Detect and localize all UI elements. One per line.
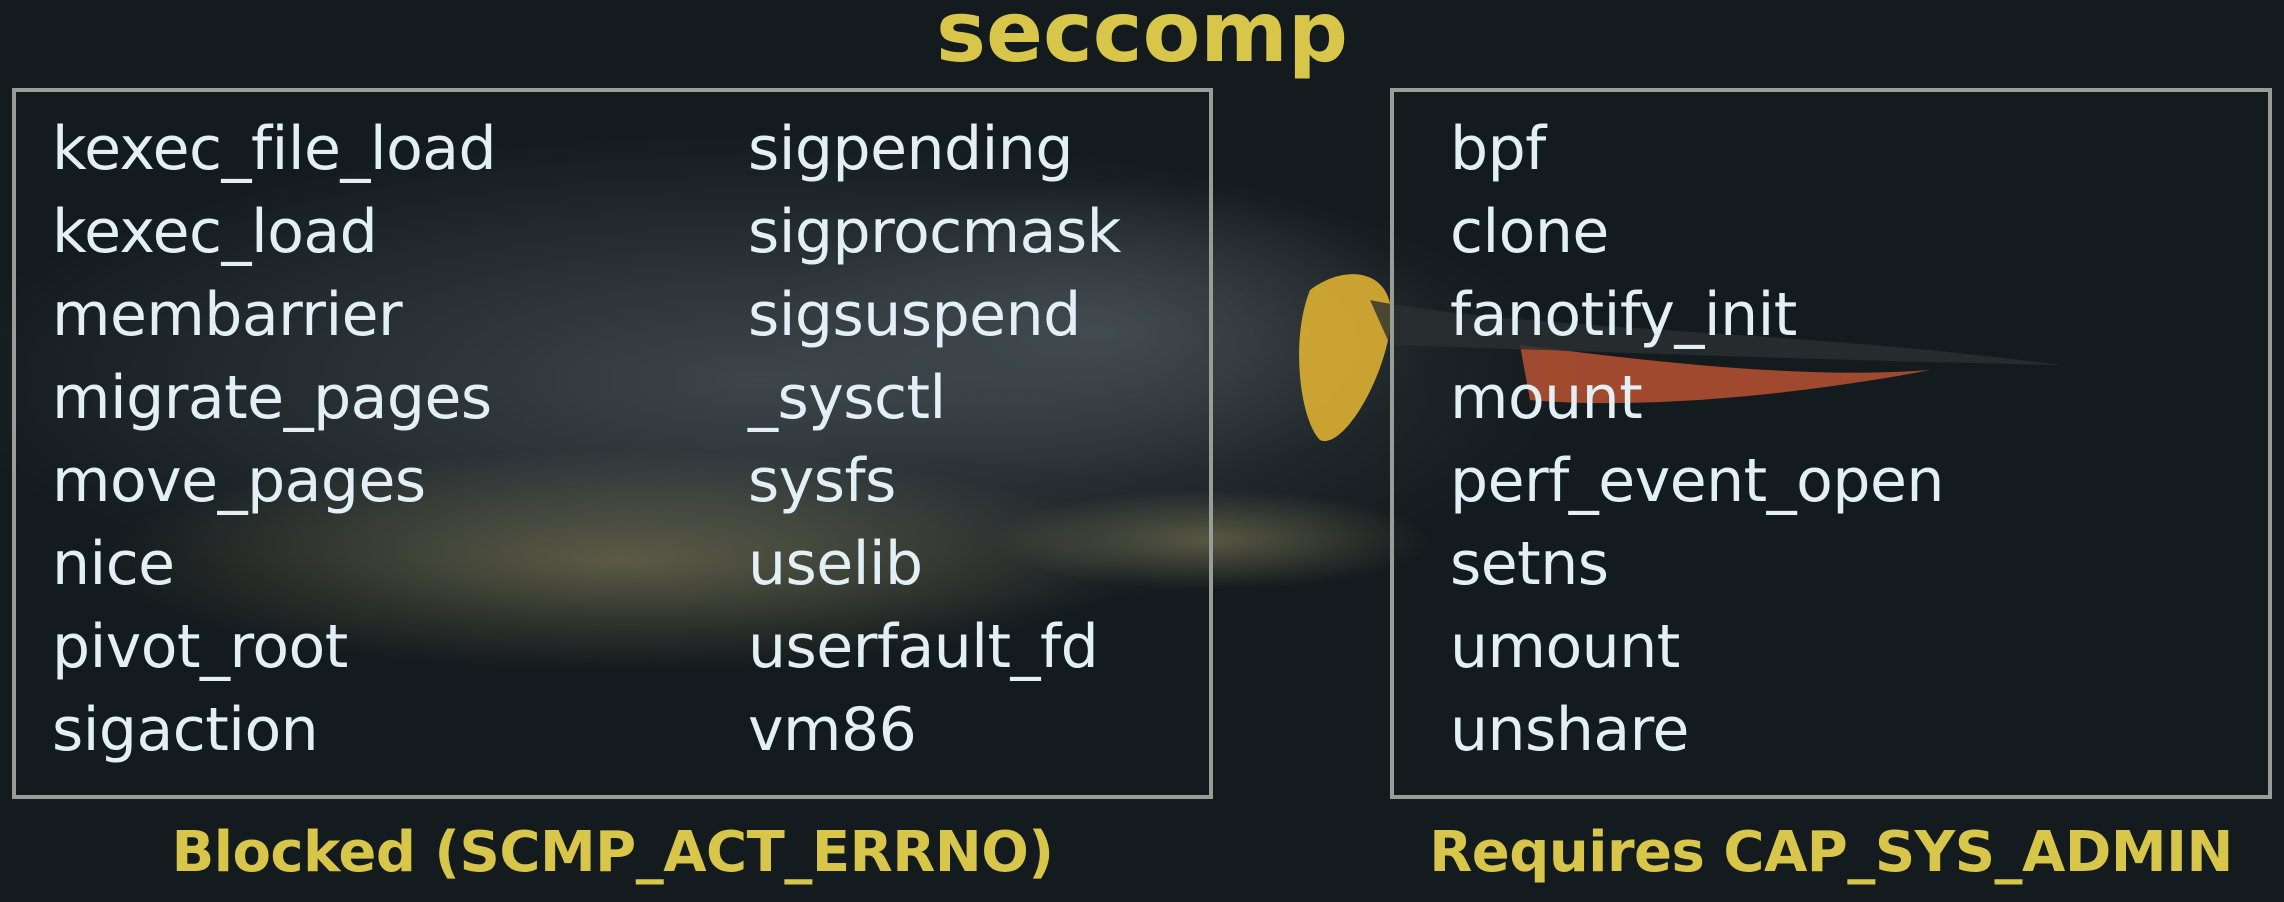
syscall-item: clone xyxy=(1450,197,1609,267)
syscall-item: kexec_file_load xyxy=(52,114,497,184)
syscall-item: migrate_pages xyxy=(52,363,492,433)
syscall-item: bpf xyxy=(1450,114,1546,184)
syscall-item: move_pages xyxy=(52,446,426,516)
syscall-item: membarrier xyxy=(52,280,403,350)
syscall-item: umount xyxy=(1450,612,1680,682)
page-title: seccomp xyxy=(936,0,1348,81)
syscall-item: sigprocmask xyxy=(748,197,1121,267)
syscall-item: uselib xyxy=(748,529,923,599)
blocked-syscalls-column-1: kexec_file_load kexec_load membarrier mi… xyxy=(52,108,497,772)
syscall-item: pivot_root xyxy=(52,612,348,682)
syscall-item: userfault_fd xyxy=(748,612,1099,682)
syscall-item: unshare xyxy=(1450,695,1689,765)
syscall-item: perf_event_open xyxy=(1450,446,1944,516)
syscall-item: setns xyxy=(1450,529,1609,599)
syscall-item: kexec_load xyxy=(52,197,378,267)
blocked-caption: Blocked (SCMP_ACT_ERRNO) xyxy=(171,820,1054,885)
blocked-syscalls-box: kexec_file_load kexec_load membarrier mi… xyxy=(12,88,1213,799)
syscall-item: _sysctl xyxy=(748,363,946,433)
syscall-item: vm86 xyxy=(748,695,917,765)
syscall-item: sigaction xyxy=(52,695,319,765)
syscall-item: mount xyxy=(1450,363,1643,433)
blocked-syscalls-column-2: sigpending sigprocmask sigsuspend _sysct… xyxy=(748,108,1121,772)
syscall-item: sigsuspend xyxy=(748,280,1081,350)
cap-sys-admin-syscalls-box: bpf clone fanotify_init mount perf_event… xyxy=(1390,88,2272,799)
syscall-item: sigpending xyxy=(748,114,1073,184)
cap-sys-admin-syscalls-column: bpf clone fanotify_init mount perf_event… xyxy=(1450,108,1944,772)
cap-sys-admin-caption: Requires CAP_SYS_ADMIN xyxy=(1429,820,2233,885)
syscall-item: sysfs xyxy=(748,446,896,516)
syscall-item: fanotify_init xyxy=(1450,280,1797,350)
syscall-item: nice xyxy=(52,529,175,599)
